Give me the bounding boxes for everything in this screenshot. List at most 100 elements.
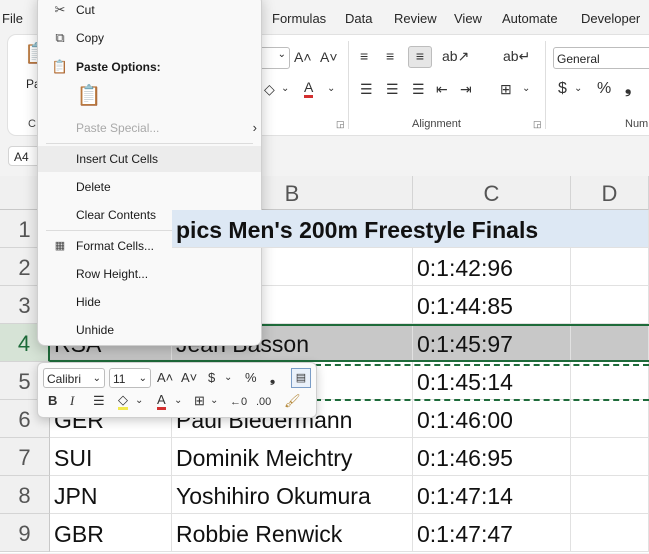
font-size-dropdown[interactable]: 11 ⌄ (109, 368, 151, 388)
cell-d4[interactable] (571, 324, 649, 362)
tab-formulas[interactable]: Formulas (272, 11, 326, 26)
cell-b7[interactable]: Dominik Meichtry (172, 438, 413, 476)
cell-c8[interactable]: 0:1:47:14 (413, 476, 571, 514)
tab-file[interactable]: File (2, 11, 23, 26)
font-size-dropdown[interactable]: ⌄ (258, 47, 290, 69)
tab-developer[interactable]: Developer (581, 11, 640, 26)
chevron-down-icon[interactable]: ⌄ (210, 392, 218, 410)
orientation-icon[interactable]: ab↗ (442, 47, 469, 65)
align-top-icon[interactable]: ≡ (360, 47, 368, 65)
menu-item-label: Cut (76, 3, 95, 17)
font-name-dropdown[interactable]: Calibri ⌄ (43, 368, 105, 388)
decrease-font-icon[interactable]: A˅ (320, 48, 338, 66)
copy-icon: ⧉ (55, 30, 65, 45)
menu-item-unhide[interactable]: Unhide (38, 317, 261, 343)
cell-b9[interactable]: Robbie Renwick (172, 514, 413, 552)
cell-c6[interactable]: 0:1:46:00 (413, 400, 571, 438)
cell-d3[interactable] (571, 286, 649, 324)
format-painter-icon[interactable]: 🖌 (284, 392, 301, 410)
number-format-dropdown[interactable]: General (553, 47, 649, 69)
align-left-icon[interactable]: ☰ (360, 80, 373, 98)
alignment-group-launcher-icon[interactable]: ◲ (533, 119, 542, 130)
cell-d6[interactable] (571, 400, 649, 438)
menu-item-hide[interactable]: Hide (38, 289, 261, 315)
percent-icon[interactable]: % (245, 369, 257, 387)
cell-a8[interactable]: JPN (50, 476, 172, 514)
menu-item-label: Row Height... (76, 267, 149, 281)
row-header[interactable]: 9 (0, 514, 50, 552)
cell-b1[interactable]: pics Men's 200m Freestyle Finals (172, 210, 649, 248)
chevron-down-icon[interactable]: ⌄ (224, 369, 232, 387)
chevron-down-icon[interactable]: ⌄ (174, 392, 182, 410)
currency-icon[interactable]: $ (208, 369, 215, 387)
align-center-icon[interactable]: ☰ (93, 392, 105, 410)
column-header-c[interactable]: C (413, 176, 571, 210)
menu-item-row-height[interactable]: Row Height... (38, 261, 261, 287)
menu-item-label: Clear Contents (76, 208, 157, 222)
wrap-text-icon[interactable]: ab↵ (503, 47, 530, 65)
cell-b8[interactable]: Yoshihiro Okumura (172, 476, 413, 514)
cell-c2[interactable]: 0:1:42:96 (413, 248, 571, 286)
font-color-icon[interactable]: A (157, 392, 166, 410)
row-header[interactable]: 7 (0, 438, 50, 476)
menu-item-copy[interactable]: ⧉ Copy (38, 25, 261, 51)
merge-center-icon[interactable]: ⊞ (500, 80, 512, 98)
paste-option-icon[interactable]: 📋 (76, 83, 102, 109)
borders-icon[interactable]: ⊞ (194, 392, 205, 410)
menu-item-cut[interactable]: ✂ Cut (38, 0, 261, 23)
menu-item-delete[interactable]: Delete (38, 174, 261, 200)
percent-icon[interactable]: % (597, 80, 611, 98)
tab-data[interactable]: Data (345, 11, 372, 26)
decrease-decimal-icon[interactable]: .00 (256, 393, 271, 411)
align-right-icon[interactable]: ☰ (412, 80, 425, 98)
cell-a9[interactable]: GBR (50, 514, 172, 552)
chevron-down-icon: ⌄ (138, 373, 147, 384)
comma-style-icon[interactable]: ❟ (270, 369, 275, 387)
align-center-icon[interactable]: ☰ (386, 80, 399, 98)
chevron-down-icon[interactable]: ⌄ (281, 80, 289, 98)
column-header-d[interactable]: D (571, 176, 649, 210)
bold-button[interactable]: B (48, 392, 57, 410)
cell-c7[interactable]: 0:1:46:95 (413, 438, 571, 476)
cell-d2[interactable] (571, 248, 649, 286)
cell-a7[interactable]: SUI (50, 438, 172, 476)
tab-view[interactable]: View (454, 11, 482, 26)
comma-style-icon[interactable]: ❟ (625, 80, 631, 98)
decrease-font-icon[interactable]: A˅ (181, 369, 197, 387)
menu-item-insert-cut-cells[interactable]: Insert Cut Cells (38, 146, 261, 172)
cell-c4[interactable]: 0:1:45:97 (413, 324, 571, 362)
copy-marquee-bottom (315, 399, 649, 401)
cell-c9[interactable]: 0:1:47:47 (413, 514, 571, 552)
chevron-down-icon[interactable]: ⌄ (327, 80, 335, 98)
chevron-down-icon[interactable]: ⌄ (574, 80, 582, 98)
decrease-indent-icon[interactable]: ⇤ (436, 80, 448, 98)
cell-d8[interactable] (571, 476, 649, 514)
increase-indent-icon[interactable]: ⇥ (460, 80, 472, 98)
align-bottom-icon[interactable]: ≡ (408, 46, 432, 68)
cell-d7[interactable] (571, 438, 649, 476)
font-color-icon[interactable]: A (304, 80, 314, 98)
increase-font-icon[interactable]: A˄ (157, 369, 173, 387)
fill-color-icon[interactable]: ◇ (264, 80, 275, 98)
increase-decimal-icon[interactable]: ←0 (230, 393, 247, 411)
currency-icon[interactable]: $ (558, 80, 567, 98)
fill-color-icon[interactable]: ◇ (118, 392, 128, 410)
menu-item-paste-special[interactable]: Paste Special... › (38, 115, 261, 141)
increase-font-icon[interactable]: A˄ (294, 48, 312, 66)
tab-automate[interactable]: Automate (502, 11, 558, 26)
chevron-down-icon[interactable]: ⌄ (135, 392, 143, 410)
cell-d5[interactable] (571, 362, 649, 400)
cell-c3[interactable]: 0:1:44:85 (413, 286, 571, 324)
tab-review[interactable]: Review (394, 11, 437, 26)
menu-item-label: Delete (76, 180, 111, 194)
cell-d9[interactable] (571, 514, 649, 552)
italic-button[interactable]: I (70, 392, 74, 410)
format-table-icon[interactable]: ▤ (291, 368, 311, 388)
chevron-down-icon[interactable]: ⌄ (522, 80, 530, 98)
align-middle-icon[interactable]: ≡ (386, 47, 394, 65)
chevron-right-icon: › (252, 120, 257, 135)
cell-c5[interactable]: 0:1:45:14 (413, 362, 571, 400)
row-header[interactable]: 8 (0, 476, 50, 514)
divider (348, 41, 349, 129)
font-group-launcher-icon[interactable]: ◲ (336, 119, 345, 130)
